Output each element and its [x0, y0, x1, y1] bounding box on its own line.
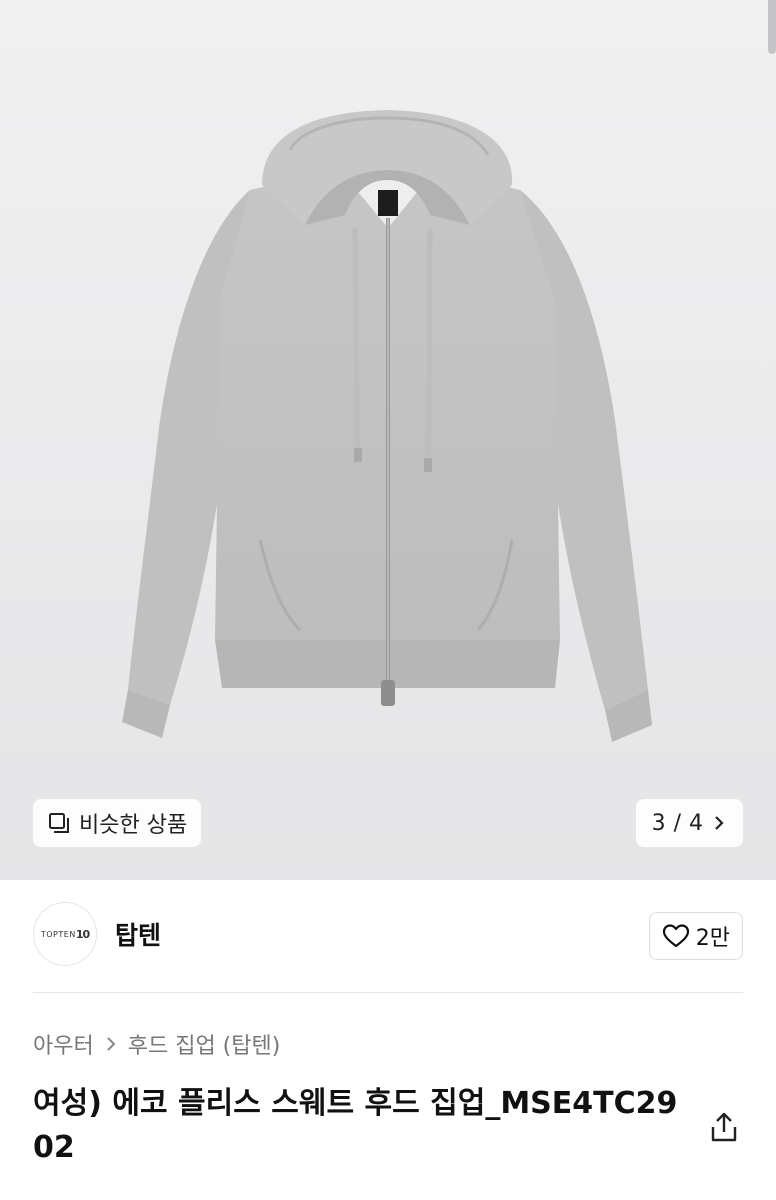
store-logo-text: TOPTEN [40, 929, 76, 939]
similar-products-button[interactable]: 비슷한 상품 [33, 799, 202, 847]
pager-total: 4 [689, 810, 703, 836]
chevron-right-icon [715, 816, 724, 830]
product-title: 여성) 에코 플리스 스웨트 후드 집업_MSE4TC2902 [33, 1086, 678, 1165]
heart-outline-icon [662, 924, 689, 948]
like-button[interactable]: 2만 [648, 912, 743, 960]
store-logo[interactable]: TOPTEN 10 [33, 902, 97, 966]
share-button[interactable] [706, 1110, 742, 1146]
similar-products-icon [49, 813, 69, 833]
pager-current: 3 [651, 810, 666, 836]
product-image-carousel[interactable]: 비슷한 상품 3 / 4 [0, 0, 776, 880]
breadcrumb: 아우터 후드 집업 (탑텐) [33, 1028, 280, 1060]
similar-products-label: 비슷한 상품 [79, 813, 188, 838]
product-image [122, 110, 652, 742]
breadcrumb-category[interactable]: 아우터 [33, 1028, 94, 1060]
divider [33, 992, 743, 993]
pager-separator: / [673, 810, 681, 836]
store-logo-number: 10 [75, 927, 90, 941]
like-count: 2만 [695, 926, 730, 951]
store-row: TOPTEN 10 탑텐 2만 [33, 902, 743, 970]
chevron-right-icon [107, 1037, 116, 1051]
store-name[interactable]: 탑텐 [115, 916, 161, 952]
image-pager-button[interactable]: 3 / 4 [635, 799, 743, 847]
breadcrumb-subcategory[interactable]: 후드 집업 (탑텐) [128, 1028, 281, 1060]
scrollbar[interactable] [768, 0, 776, 54]
share-icon [711, 1112, 737, 1142]
